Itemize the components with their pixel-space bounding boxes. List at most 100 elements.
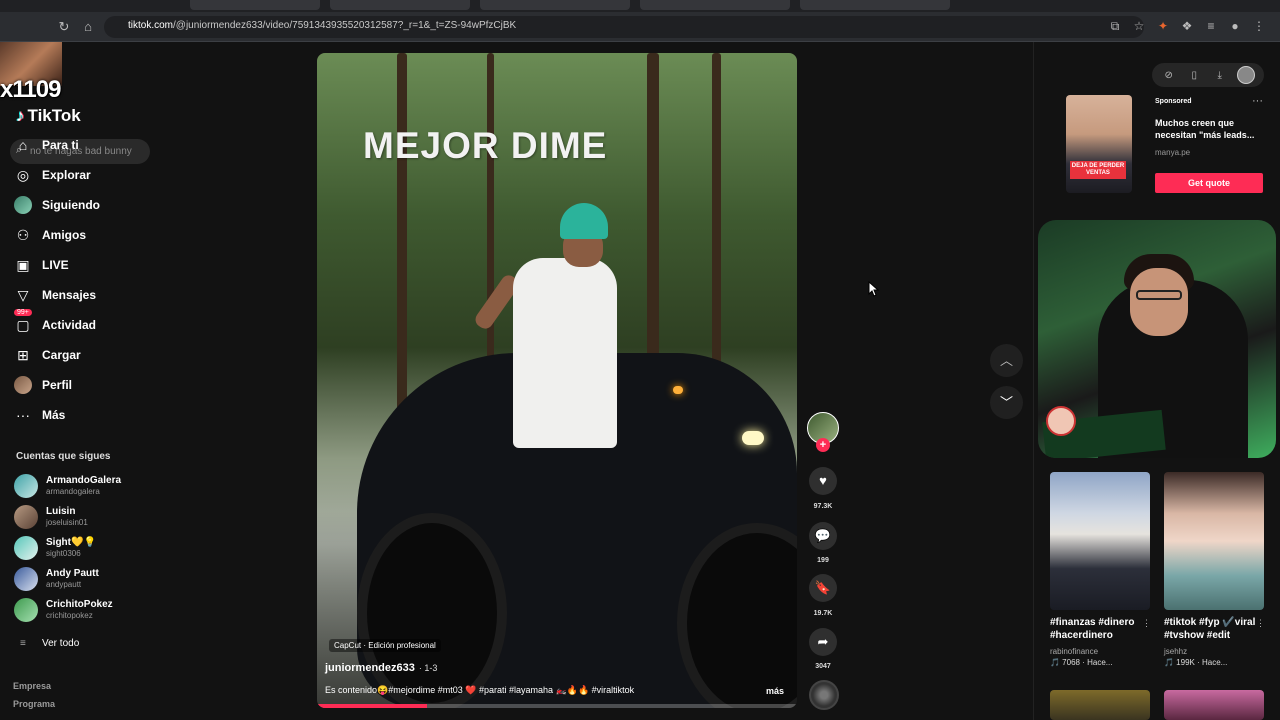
video-caption: Es contenido😝#mejordime #mt03 ❤️ #parati… bbox=[325, 685, 635, 695]
home-icon: ⌂ bbox=[18, 137, 28, 153]
see-all-link[interactable]: ≡ Ver todo bbox=[20, 638, 79, 649]
following-avatar-icon bbox=[14, 196, 32, 214]
mouse-cursor-icon bbox=[868, 281, 880, 297]
compass-icon: ◎ bbox=[16, 166, 30, 183]
right-toolbar: ⊘ ▯ ⤓ bbox=[1152, 63, 1264, 87]
video-thumbnail[interactable] bbox=[1164, 472, 1264, 610]
footer-link-programa[interactable]: Programa bbox=[13, 699, 55, 709]
ad-image-badge: DEJA DE PERDER VENTAS bbox=[1070, 161, 1126, 179]
like-heart-icon[interactable]: ♥ bbox=[809, 467, 837, 495]
reload-icon[interactable]: ↻ bbox=[56, 19, 72, 35]
user-avatar[interactable] bbox=[1237, 66, 1256, 84]
profile-avatar-icon[interactable]: ● bbox=[1228, 19, 1242, 33]
video-thumbnail[interactable] bbox=[1050, 472, 1150, 610]
share-arrow-icon[interactable]: ➦ bbox=[809, 628, 837, 656]
plush-toy bbox=[1046, 406, 1076, 436]
streamer-webcam bbox=[1038, 220, 1276, 458]
nav-siguiendo[interactable]: Siguiendo bbox=[14, 194, 154, 216]
avatar bbox=[14, 567, 38, 591]
extensions-puzzle-icon[interactable]: ❖ bbox=[1180, 19, 1194, 33]
capcut-label[interactable]: CapCut · Edición profesional bbox=[329, 639, 441, 652]
following-item[interactable]: Andy Pautt andypautt bbox=[14, 565, 154, 593]
tree-trunk bbox=[712, 53, 721, 403]
browser-menu-icon[interactable]: ⋮ bbox=[1252, 19, 1266, 33]
video-progress-bar[interactable] bbox=[317, 704, 797, 708]
nav-mensajes[interactable]: ▽ Mensajes bbox=[14, 284, 154, 306]
activity-icon: ▢ bbox=[16, 316, 30, 333]
streamer-glasses bbox=[1136, 290, 1182, 300]
caption-more-button[interactable]: más bbox=[766, 686, 784, 696]
following-item[interactable]: CrichitoPokez crichitopokez bbox=[14, 596, 154, 624]
music-disc-icon[interactable] bbox=[809, 680, 839, 710]
media-icon[interactable]: ≡ bbox=[1204, 19, 1218, 33]
browser-toolbar: ⧉ ☆ ✦ ❖ ≡ ● ⋮ bbox=[1108, 19, 1266, 33]
comment-icon[interactable]: 💬 bbox=[809, 522, 837, 550]
comment-count: 199 bbox=[817, 557, 829, 564]
compass-icon[interactable]: ⊘ bbox=[1161, 70, 1177, 81]
video-progress-fill bbox=[317, 704, 428, 708]
home-icon[interactable]: ⌂ bbox=[80, 19, 96, 35]
nav-cargar[interactable]: ⊞ Cargar bbox=[14, 344, 154, 366]
nav-mas[interactable]: ··· Más bbox=[14, 404, 154, 426]
motorcycle-turn-light bbox=[673, 386, 683, 394]
footer-link-empresa[interactable]: Empresa bbox=[13, 681, 51, 691]
following-section-title: Cuentas que sigues bbox=[16, 451, 111, 462]
browser-tab-strip bbox=[0, 0, 1280, 12]
like-count: 97.3K bbox=[813, 503, 833, 510]
following-item[interactable]: Luisin joseluisin01 bbox=[14, 503, 154, 531]
ad-menu-icon[interactable]: ··· bbox=[1252, 95, 1263, 107]
save-count: 19.7K bbox=[813, 610, 833, 617]
upload-icon: ⊞ bbox=[17, 346, 29, 363]
download-icon[interactable]: ⤓ bbox=[1212, 70, 1228, 81]
browser-tab[interactable] bbox=[480, 0, 630, 10]
share-count: 3047 bbox=[815, 663, 831, 670]
following-item[interactable]: ArmandoGalera armandogalera bbox=[14, 472, 154, 500]
nav-explorar[interactable]: ◎ Explorar bbox=[14, 164, 154, 186]
messages-icon: ▽ bbox=[17, 286, 29, 303]
video-thumbnail[interactable] bbox=[1164, 690, 1264, 720]
recommended-video[interactable]: #tiktok #fyp ✔️viral #tvshow #edit jsehh… bbox=[1164, 472, 1265, 667]
video-author[interactable]: juniormendez633 · 1-3 bbox=[325, 662, 437, 674]
activity-badge: 99+ bbox=[14, 309, 32, 316]
install-icon[interactable]: ⧉ bbox=[1108, 19, 1122, 33]
channel-name[interactable]: jsehhz bbox=[1164, 647, 1264, 656]
url-text[interactable]: tiktok.com/@juniormendez633/video/759134… bbox=[128, 20, 516, 31]
nav-actividad[interactable]: ▢ Actividad 99+ bbox=[14, 309, 154, 336]
video-overlay-title: MEJOR DIME bbox=[363, 125, 608, 166]
browser-tab[interactable] bbox=[640, 0, 790, 10]
tiktok-logo[interactable]: ♪ TikTok bbox=[16, 106, 81, 126]
browser-tab[interactable] bbox=[190, 0, 320, 10]
motorcycle-wheel bbox=[357, 513, 507, 708]
recommended-video[interactable]: #finanzas #dinero #hacerdinero rabinofin… bbox=[1050, 472, 1151, 667]
kebab-menu-icon[interactable]: ⋮ bbox=[1256, 618, 1265, 629]
friends-icon: ⚇ bbox=[16, 226, 30, 243]
nav-perfil[interactable]: Perfil bbox=[14, 374, 154, 396]
video-player[interactable]: MEJOR DIME CapCut · Edición profesional … bbox=[317, 53, 797, 708]
tiktok-note-icon: ♪ bbox=[16, 106, 25, 125]
sponsored-ad[interactable]: DEJA DE PERDER VENTAS Sponsored ··· Much… bbox=[1052, 95, 1266, 195]
following-item[interactable]: Sight💛💡 sight0306 bbox=[14, 534, 154, 562]
video-caption: #finanzas #dinero #hacerdinero bbox=[1050, 617, 1135, 641]
browser-tab[interactable] bbox=[330, 0, 470, 10]
more-dots-icon: ··· bbox=[16, 407, 30, 423]
kebab-menu-icon[interactable]: ⋮ bbox=[1142, 618, 1151, 629]
nav-live[interactable]: ▣ LIVE bbox=[14, 254, 154, 276]
video-date: · 1-3 bbox=[418, 663, 438, 673]
ad-domain: manya.pe bbox=[1155, 148, 1191, 157]
live-icon: ▣ bbox=[16, 256, 30, 273]
nav-amigos[interactable]: ⚇ Amigos bbox=[14, 224, 154, 246]
bookmark-star-icon[interactable]: ☆ bbox=[1132, 19, 1146, 33]
extension-icon[interactable]: ✦ bbox=[1156, 19, 1170, 33]
list-icon: ≡ bbox=[20, 638, 26, 649]
video-thumbnail[interactable] bbox=[1050, 690, 1150, 720]
nav-para-ti[interactable]: ⌂ Para ti bbox=[14, 134, 154, 156]
next-video-chevron-down-icon[interactable]: ﹀ bbox=[990, 386, 1023, 419]
video-caption: #tiktok #fyp ✔️viral #tvshow #edit bbox=[1164, 617, 1256, 641]
get-quote-button[interactable]: Get quote bbox=[1155, 173, 1263, 193]
channel-name[interactable]: rabinofinance bbox=[1050, 647, 1150, 656]
browser-tab[interactable] bbox=[800, 0, 950, 10]
follow-plus-icon[interactable]: + bbox=[816, 438, 830, 452]
bookmark-icon[interactable]: 🔖 bbox=[809, 574, 837, 602]
mobile-icon[interactable]: ▯ bbox=[1186, 70, 1202, 81]
previous-video-chevron-up-icon[interactable]: ︿ bbox=[990, 344, 1023, 377]
